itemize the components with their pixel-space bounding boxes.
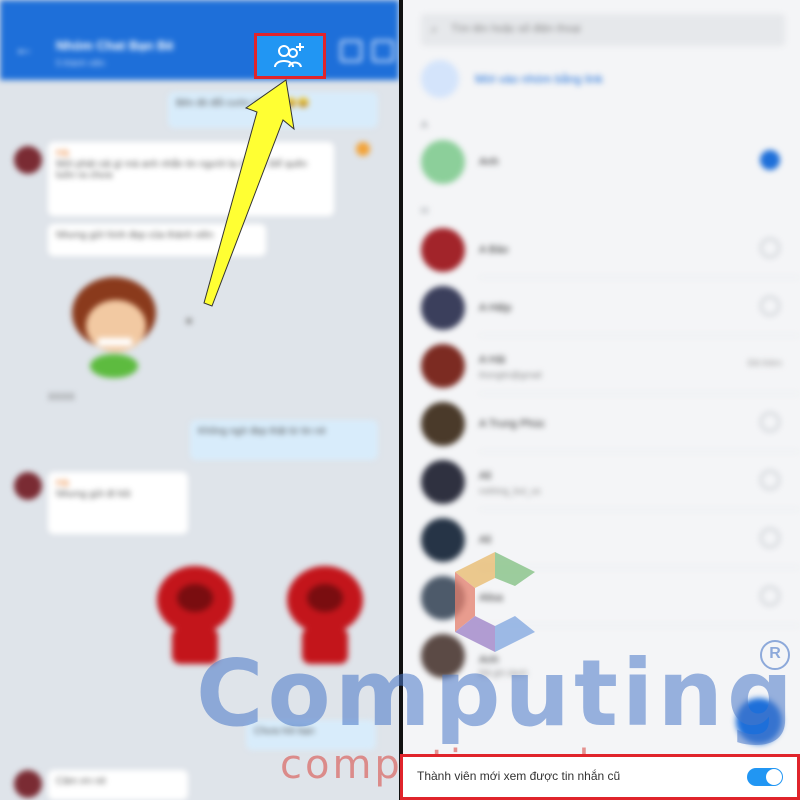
arrow-pointer-icon xyxy=(203,79,295,307)
add-member-button[interactable] xyxy=(254,33,326,79)
old-messages-toggle-row[interactable]: Thành viên mới xem được tin nhắn cũ xyxy=(400,754,800,800)
add-member-icon xyxy=(274,43,304,68)
old-messages-toggle[interactable] xyxy=(747,768,783,786)
toggle-label: Thành viên mới xem được tin nhắn cũ xyxy=(417,769,621,783)
toggle-knob xyxy=(766,769,782,785)
